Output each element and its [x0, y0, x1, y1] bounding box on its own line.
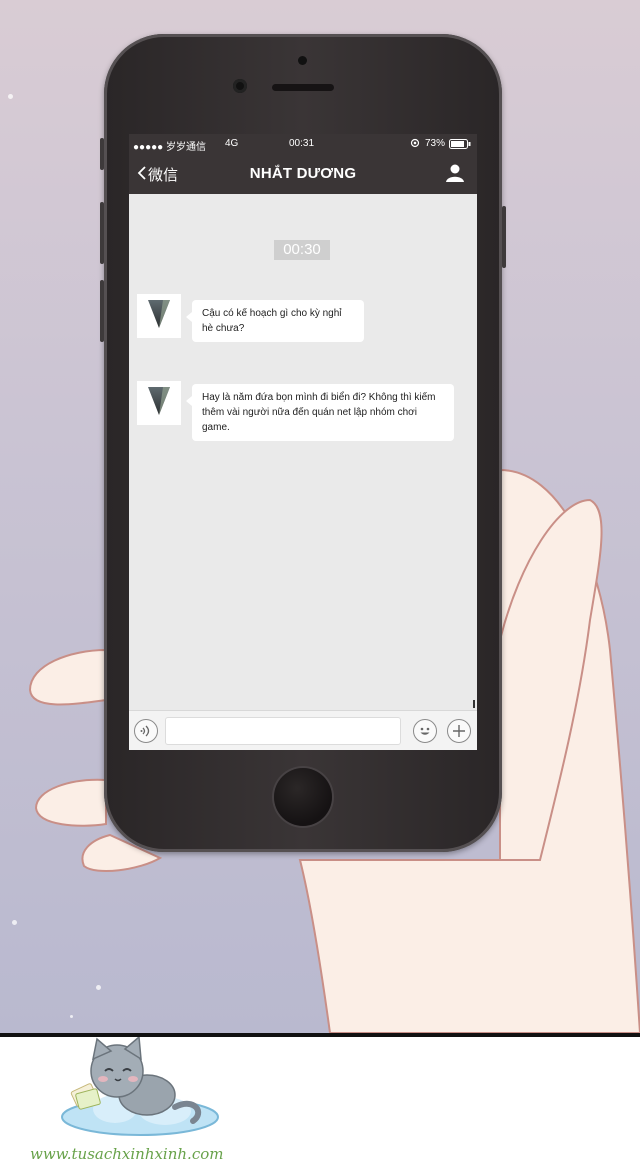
message-input[interactable] [165, 717, 401, 745]
phone: ●●●●● 岁岁通信 4G 00:31 73% 微信 NHẮT DƯƠNG 00… [100, 34, 506, 852]
front-camera [233, 79, 247, 93]
message-bubble: Cậu có kế hoạch gì cho kỳ nghỉ hè chưa? [186, 300, 364, 342]
battery-percent: 73% [425, 138, 446, 149]
network-label: 4G [225, 138, 239, 149]
message-timestamp: 00:30 [274, 240, 330, 260]
mute-switch [100, 138, 104, 170]
chat-header: 微信 NHẮT DƯƠNG [129, 154, 477, 194]
proximity-sensor [298, 56, 307, 65]
volume-down-button [100, 280, 104, 342]
status-bar: ●●●●● 岁岁通信 4G 00:31 73% [129, 134, 477, 154]
avatar-triangle-icon [148, 387, 170, 415]
voice-icon[interactable] [134, 719, 158, 743]
scroll-indicator [473, 700, 475, 708]
clock-label: 00:31 [289, 138, 315, 149]
avatar-triangle-icon [148, 300, 170, 328]
power-button [502, 206, 506, 268]
earpiece-speaker [272, 84, 334, 91]
background-scene: ●●●●● 岁岁通信 4G 00:31 73% 微信 NHẮT DƯƠNG 00… [0, 0, 640, 1033]
chat-title: NHẮT DƯƠNG [249, 165, 357, 182]
avatar[interactable] [137, 294, 181, 338]
footer-watermark: www.tusachxinhxinh.com [0, 1037, 640, 1170]
battery-icon [449, 139, 471, 152]
volume-up-button [100, 202, 104, 264]
watermark-url: www.tusachxinhxinh.com [30, 1145, 224, 1163]
person-icon[interactable] [445, 163, 465, 183]
message-bubble: Hay là năm đứa bọn mình đi biển đi? Khôn… [186, 384, 454, 441]
cat-mascot-logo [61, 1037, 219, 1136]
plus-icon[interactable] [447, 719, 471, 743]
input-bar [129, 710, 477, 750]
avatar[interactable] [137, 381, 181, 425]
emoji-icon[interactable] [413, 719, 437, 743]
carrier-label: ●●●●● 岁岁通信 [133, 142, 206, 153]
home-button[interactable] [274, 768, 332, 826]
phone-screen: ●●●●● 岁岁通信 4G 00:31 73% 微信 NHẮT DƯƠNG 00… [129, 134, 477, 750]
lock-rotation-icon [410, 138, 420, 151]
